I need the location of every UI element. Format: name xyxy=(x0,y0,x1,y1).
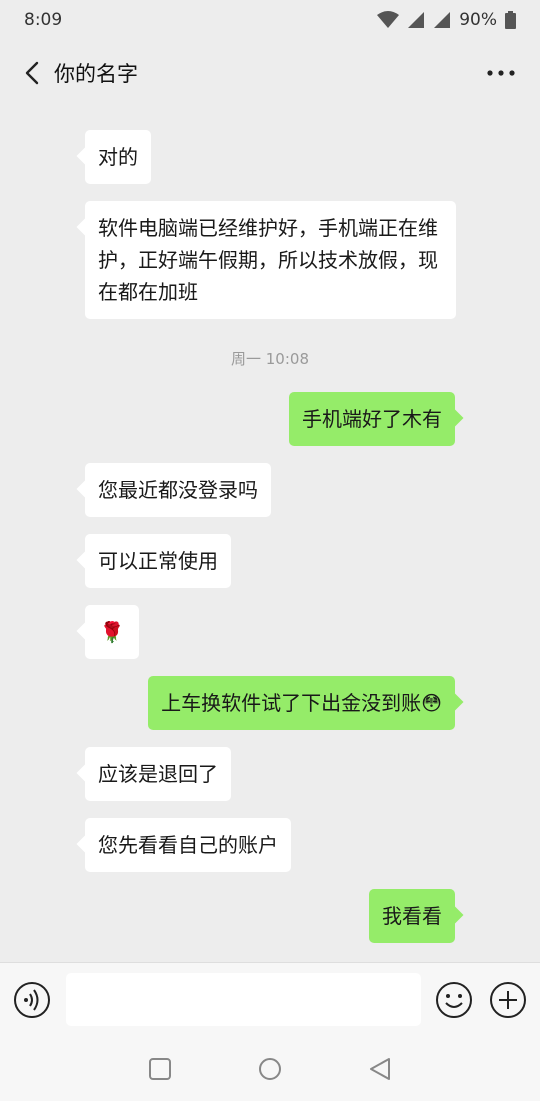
avatar-self[interactable] xyxy=(470,392,524,446)
voice-icon xyxy=(14,982,50,1018)
plus-icon xyxy=(490,982,526,1018)
message-bubble[interactable]: 您先看看自己的账户 xyxy=(85,818,291,872)
message-incoming: 应该是退回了 xyxy=(0,747,540,801)
emoji-icon xyxy=(436,982,472,1018)
back-button[interactable] xyxy=(14,53,50,93)
message-bubble[interactable]: 应该是退回了 xyxy=(85,747,231,801)
message-incoming: 🌹 xyxy=(0,605,540,659)
back-nav-button[interactable] xyxy=(367,1056,393,1082)
home-button[interactable] xyxy=(257,1056,283,1082)
rose-emoji-bubble[interactable]: 🌹 xyxy=(85,605,139,659)
message-outgoing: 手机端好了木有 xyxy=(0,392,540,446)
chevron-left-icon xyxy=(25,61,39,85)
avatar-contact[interactable] xyxy=(16,534,70,588)
chat-message-list[interactable]: 对的 软件电脑端已经维护好，手机端正在维护，正好端午假期，所以技术放假，现在都在… xyxy=(0,106,540,962)
message-incoming: 您最近都没登录吗 xyxy=(0,463,540,517)
avatar-contact[interactable] xyxy=(16,747,70,801)
message-outgoing: 我看看 xyxy=(0,889,540,943)
message-bubble[interactable]: 上车换软件试了下出金没到账😳 xyxy=(148,676,455,730)
more-button[interactable] xyxy=(476,53,526,93)
message-bubble[interactable]: 我看看 xyxy=(369,889,455,943)
battery-percent: 90% xyxy=(459,10,497,30)
message-input[interactable] xyxy=(66,973,421,1026)
back-triangle-icon xyxy=(370,1058,390,1080)
more-dots-icon xyxy=(487,70,515,76)
message-bubble[interactable]: 软件电脑端已经维护好，手机端正在维护，正好端午假期，所以技术放假，现在都在加班 xyxy=(85,201,456,319)
message-bubble[interactable]: 您最近都没登录吗 xyxy=(85,463,271,517)
time-divider: 周一 10:08 xyxy=(231,350,309,368)
battery-icon xyxy=(505,11,516,29)
avatar-contact[interactable] xyxy=(16,130,70,184)
android-nav-bar xyxy=(0,1036,540,1101)
avatar-contact[interactable] xyxy=(16,463,70,517)
home-icon xyxy=(259,1058,281,1080)
emoji-button[interactable] xyxy=(435,981,473,1019)
signal-icon-2 xyxy=(434,12,451,28)
message-bubble[interactable]: 手机端好了木有 xyxy=(289,392,455,446)
chat-header: 你的名字 xyxy=(0,40,540,106)
avatar-contact[interactable] xyxy=(16,201,70,255)
status-time: 8:09 xyxy=(24,10,63,30)
avatar-contact[interactable] xyxy=(16,818,70,872)
signal-icon xyxy=(408,12,425,28)
recent-apps-icon xyxy=(149,1058,171,1080)
status-bar: 8:09 90% xyxy=(0,0,540,40)
message-incoming: 可以正常使用 xyxy=(0,534,540,588)
message-bubble[interactable]: 可以正常使用 xyxy=(85,534,231,588)
message-bubble[interactable]: 对的 xyxy=(85,130,151,184)
chat-title: 你的名字 xyxy=(54,62,138,86)
recent-apps-button[interactable] xyxy=(147,1056,173,1082)
status-icons: 90% xyxy=(377,10,516,30)
message-incoming: 对的 xyxy=(0,130,540,184)
voice-button[interactable] xyxy=(13,981,51,1019)
message-incoming: 您先看看自己的账户 xyxy=(0,818,540,872)
message-incoming: 软件电脑端已经维护好，手机端正在维护，正好端午假期，所以技术放假，现在都在加班 xyxy=(0,201,540,322)
avatar-self[interactable] xyxy=(470,889,524,943)
avatar-self[interactable] xyxy=(470,676,524,730)
more-functions-button[interactable] xyxy=(489,981,527,1019)
wifi-icon xyxy=(377,11,400,28)
input-bar xyxy=(0,962,540,1036)
message-outgoing: 上车换软件试了下出金没到账😳 xyxy=(0,676,540,730)
avatar-contact[interactable] xyxy=(16,605,70,659)
